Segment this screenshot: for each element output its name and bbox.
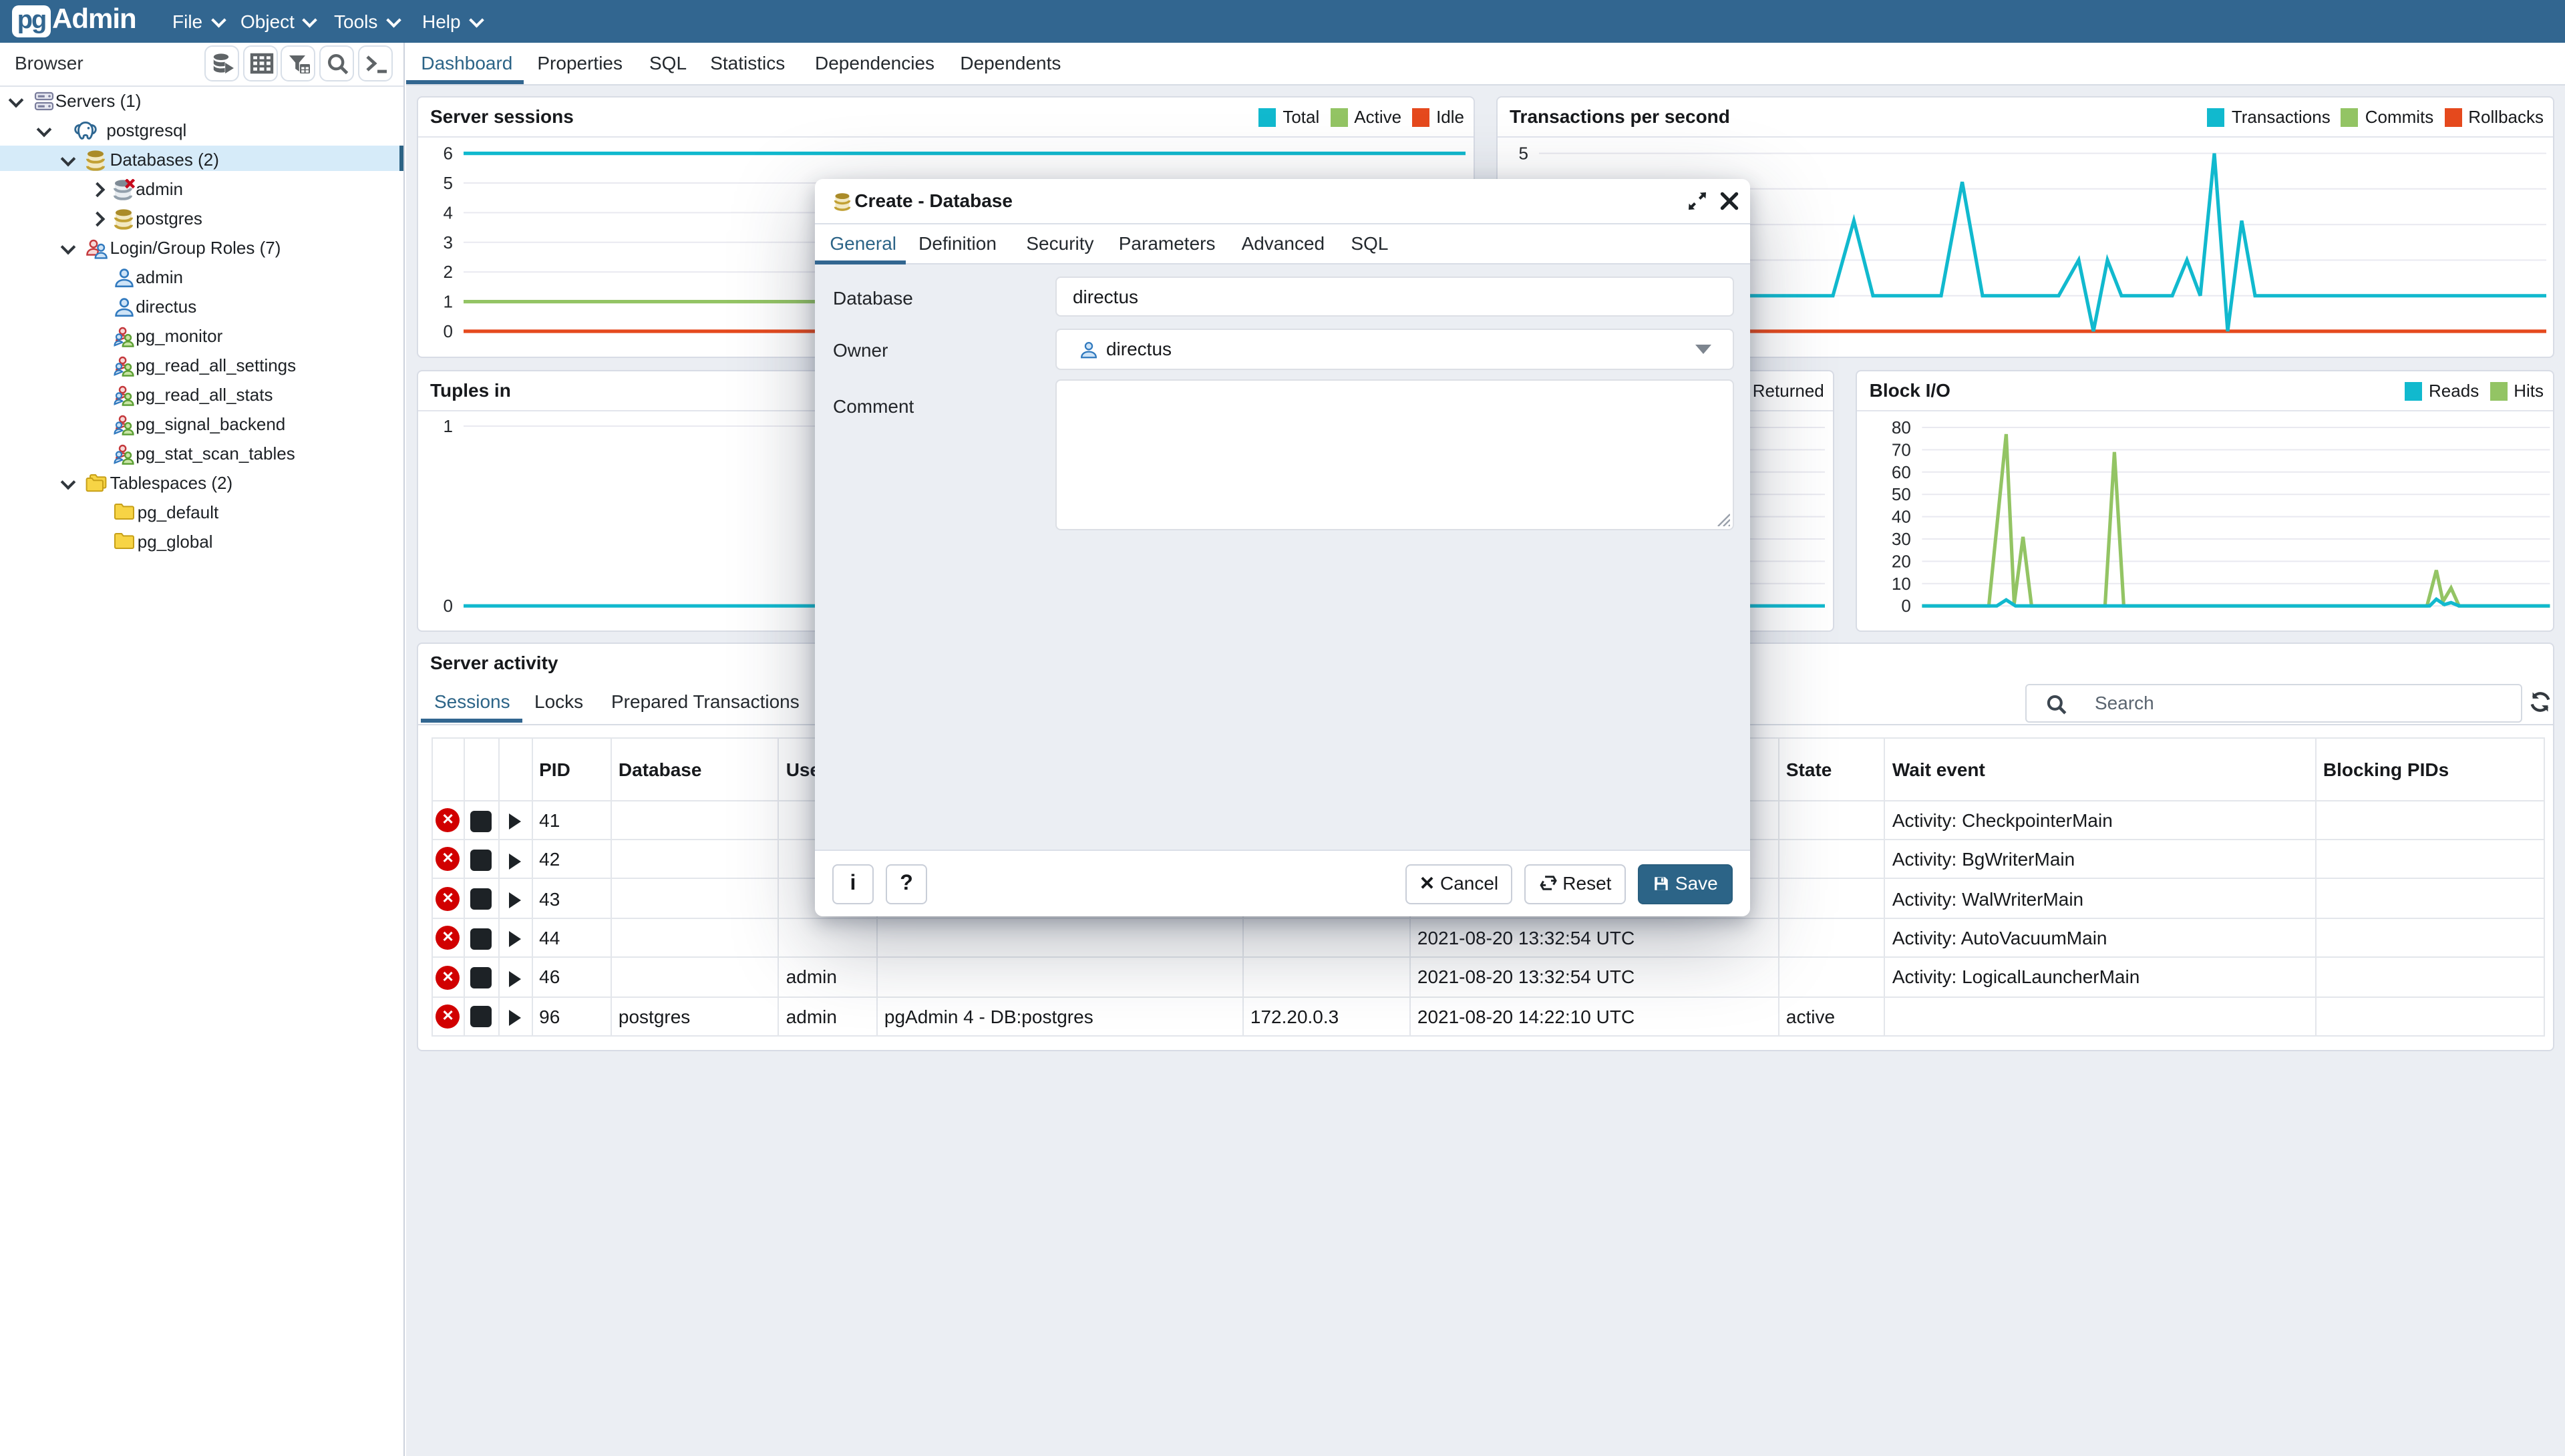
svg-text:0: 0 — [444, 321, 453, 341]
svg-text:4: 4 — [444, 202, 453, 222]
svg-text:2: 2 — [444, 262, 453, 282]
svg-text:1: 1 — [444, 416, 453, 436]
svg-text:0: 0 — [444, 596, 453, 616]
svg-text:50: 50 — [1892, 484, 1911, 504]
svg-text:70: 70 — [1892, 439, 1911, 460]
svg-text:3: 3 — [444, 232, 453, 252]
svg-text:80: 80 — [1892, 417, 1911, 437]
svg-text:40: 40 — [1892, 507, 1911, 527]
svg-text:5: 5 — [444, 173, 453, 193]
svg-text:1: 1 — [444, 292, 453, 312]
svg-text:10: 10 — [1892, 574, 1911, 594]
svg-text:30: 30 — [1892, 529, 1911, 549]
svg-text:5: 5 — [1519, 144, 1528, 164]
svg-text:0: 0 — [1902, 596, 1911, 616]
svg-text:60: 60 — [1892, 462, 1911, 482]
svg-text:6: 6 — [444, 144, 453, 164]
svg-text:20: 20 — [1892, 551, 1911, 571]
